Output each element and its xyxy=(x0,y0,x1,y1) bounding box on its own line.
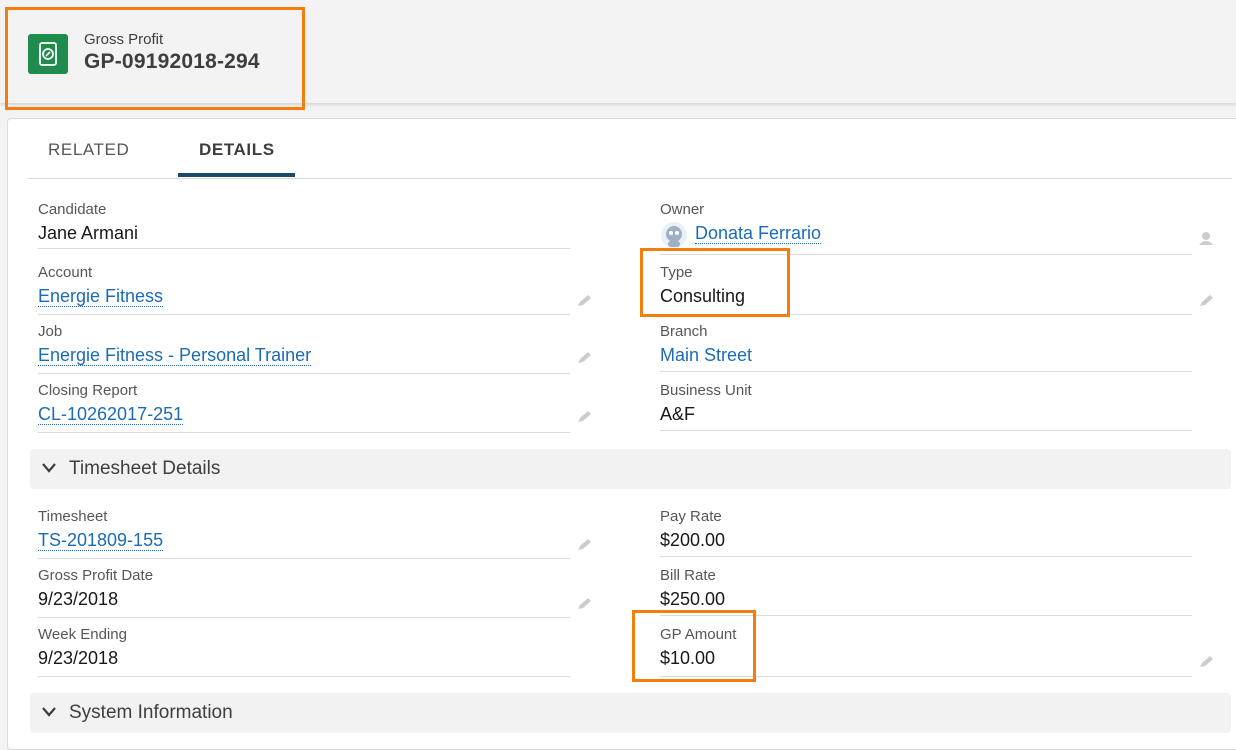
field-label: Closing Report xyxy=(38,382,138,399)
section-timesheet-details[interactable]: Timesheet Details xyxy=(30,449,1231,489)
edit-pencil-icon[interactable] xyxy=(576,410,594,424)
field-label: Business Unit xyxy=(660,382,752,399)
chevron-down-icon[interactable] xyxy=(42,707,56,717)
active-tab-indicator xyxy=(178,173,295,177)
field-closing-report: Closing Report CL-10262017-251 xyxy=(38,382,570,433)
section-title: System Information xyxy=(69,702,233,723)
edit-pencil-icon[interactable] xyxy=(1198,655,1216,669)
field-value: $200.00 xyxy=(660,530,726,550)
field-account: Account Energie Fitness xyxy=(38,264,570,315)
field-divider xyxy=(38,558,570,559)
field-label: Timesheet xyxy=(38,508,108,525)
field-value: A&F xyxy=(660,404,696,424)
field-timesheet: Timesheet TS-201809-155 xyxy=(38,508,570,559)
field-divider xyxy=(660,430,1192,431)
field-divider xyxy=(38,373,570,374)
owner-link[interactable]: Donata Ferrario xyxy=(695,223,822,244)
timesheet-name[interactable]: TS-201809-155 xyxy=(38,530,164,551)
field-label: Candidate xyxy=(38,201,107,218)
field-divider xyxy=(38,617,570,618)
field-owner: Owner Donata Ferrario xyxy=(660,201,1192,255)
field-divider xyxy=(38,248,570,249)
field-week-ending: Week Ending 9/23/2018 xyxy=(38,626,570,677)
highlight-type xyxy=(640,248,790,317)
field-branch: Branch Main Street xyxy=(660,323,1192,373)
closing-report-link[interactable]: CL-10262017-251 xyxy=(38,404,184,425)
field-candidate: Candidate Jane Armani xyxy=(38,201,570,251)
job-name[interactable]: Energie Fitness - Personal Trainer xyxy=(38,345,312,366)
chevron-down-icon[interactable] xyxy=(42,463,56,473)
highlight-header xyxy=(5,7,305,110)
account-link[interactable]: Energie Fitness xyxy=(38,286,164,307)
field-label: Gross Profit Date xyxy=(38,567,154,584)
owner-avatar-icon xyxy=(661,222,687,248)
field-label: Owner xyxy=(660,201,705,218)
field-divider xyxy=(660,371,1192,372)
timesheet-link[interactable]: TS-201809-155 xyxy=(38,530,164,551)
tab-details[interactable]: DETAILS xyxy=(199,140,275,160)
field-label: Pay Rate xyxy=(660,508,722,525)
edit-pencil-icon[interactable] xyxy=(576,294,594,308)
field-label: Week Ending xyxy=(38,626,127,643)
change-owner-icon[interactable] xyxy=(1198,231,1216,245)
field-value: $250.00 xyxy=(660,589,726,609)
field-value: 9/23/2018 xyxy=(38,589,119,609)
edit-pencil-icon[interactable] xyxy=(1198,294,1216,308)
account-name[interactable]: Energie Fitness xyxy=(38,286,164,307)
field-job: Job Energie Fitness - Personal Trainer xyxy=(38,323,570,374)
field-divider xyxy=(38,314,570,315)
field-label: Account xyxy=(38,264,93,281)
closing-report-name[interactable]: CL-10262017-251 xyxy=(38,404,184,425)
field-divider xyxy=(38,432,570,433)
section-system-information[interactable]: System Information xyxy=(30,693,1231,733)
highlight-gp-amount xyxy=(632,610,756,682)
field-pay-rate: Pay Rate $200.00 xyxy=(660,508,1192,558)
field-divider xyxy=(660,556,1192,557)
field-value: Jane Armani xyxy=(38,223,139,243)
field-gross-profit-date: Gross Profit Date 9/23/2018 xyxy=(38,567,570,618)
field-divider xyxy=(38,676,570,677)
field-label: Job xyxy=(38,323,63,340)
field-label: Bill Rate xyxy=(660,567,716,584)
field-label: Branch xyxy=(660,323,708,340)
tab-related[interactable]: RELATED xyxy=(48,140,129,160)
edit-pencil-icon[interactable] xyxy=(576,597,594,611)
edit-pencil-icon[interactable] xyxy=(576,351,594,365)
branch-link[interactable]: Main Street xyxy=(660,345,752,366)
field-business-unit: Business Unit A&F xyxy=(660,382,1192,432)
field-value: 9/23/2018 xyxy=(38,648,119,668)
section-title: Timesheet Details xyxy=(69,458,221,479)
owner-name[interactable]: Donata Ferrario xyxy=(695,223,822,244)
job-link[interactable]: Energie Fitness - Personal Trainer xyxy=(38,345,312,366)
edit-pencil-icon[interactable] xyxy=(576,538,594,552)
tab-bar: RELATED DETAILS xyxy=(28,118,1232,179)
